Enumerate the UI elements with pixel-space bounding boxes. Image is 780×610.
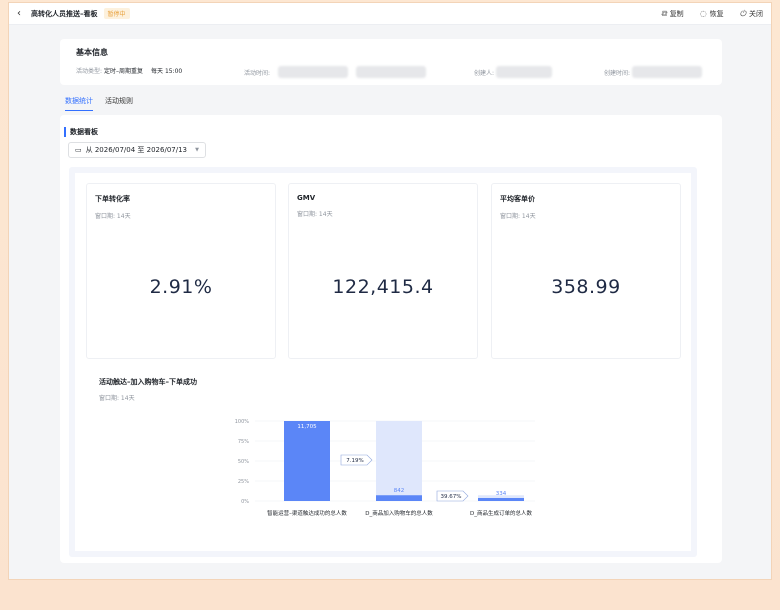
data-label: 334 xyxy=(496,491,507,497)
funnel-bar xyxy=(376,495,422,501)
page-title: 高转化人员推送–看板 xyxy=(31,9,98,18)
metric-card-conversion: 下单转化率 窗口期: 14天 2.91% xyxy=(86,183,276,359)
data-label: 11,705 xyxy=(297,424,317,430)
tab-bar: 数据统计 活动规则 xyxy=(65,96,133,111)
app-window: ‹ 高转化人员推送–看板 暂停中 ⧉ 复制 ◌ 恢复 ⏻ 关闭 基本信息 活动类型: … xyxy=(8,2,772,580)
created-time-label: 创建时间: xyxy=(604,69,631,77)
metric-name: 平均客单价 xyxy=(500,195,535,203)
basic-info-card: 基本信息 活动类型: 定时–周期重复 每天 15:00 活动时间: 创建人: 创… xyxy=(60,39,722,85)
activity-time-blurred xyxy=(278,66,349,78)
metric-name: 下单转化率 xyxy=(95,195,130,203)
funnel-bar xyxy=(284,421,330,501)
metric-name: GMV xyxy=(297,194,316,202)
tab-data-stats[interactable]: 数据统计 xyxy=(65,96,93,111)
power-icon: ⏻ xyxy=(739,8,746,18)
tab-activity-rules[interactable]: 活动规则 xyxy=(105,96,133,111)
y-tick-label: 75% xyxy=(238,439,249,445)
top-actions: ⧉ 复制 ◌ 恢复 ⏻ 关闭 xyxy=(661,9,763,19)
funnel-title: 活动触达–加入购物车–下单成功 xyxy=(99,378,197,386)
metrics-panel-body: 下单转化率 窗口期: 14天 2.91% GMV 窗口期: 14天 122,41… xyxy=(75,173,691,551)
funnel-chart: 100% 75% 50% 25% 0% 11,705 智能运营–渠道触达成功的总人数 842 D… xyxy=(235,419,535,517)
copy-button[interactable]: ⧉ 复制 xyxy=(661,9,684,19)
category-label: D_商品生成订单的总人数 xyxy=(470,509,532,517)
chevron-left-icon[interactable]: ‹ xyxy=(17,8,21,19)
conversion-rate-label: 7.19% xyxy=(346,458,363,464)
top-bar: ‹ 高转化人员推送–看板 暂停中 ⧉ 复制 ◌ 恢复 ⏻ 关闭 xyxy=(9,3,771,25)
y-tick-label: 50% xyxy=(238,459,249,465)
activity-type: 活动类型: 定时–周期重复 每天 15:00 xyxy=(76,66,182,75)
created-time-blurred xyxy=(632,66,703,78)
calendar-icon: ▭ xyxy=(75,146,82,154)
date-range-picker[interactable]: ▭ 从 2026/07/04 至 2026/07/13 ▼ xyxy=(68,142,206,158)
metrics-panel: 下单转化率 窗口期: 14天 2.91% GMV 窗口期: 14天 122,41… xyxy=(69,167,697,557)
category-label: D_商品加入购物车的总人数 xyxy=(365,509,433,517)
y-tick-label: 25% xyxy=(238,479,249,485)
funnel-window: 窗口期: 14天 xyxy=(99,395,135,402)
activity-time-label: 活动时间: xyxy=(244,69,271,77)
data-label: 842 xyxy=(394,488,405,494)
metric-card-avg-price: 平均客单价 窗口期: 14天 358.99 xyxy=(491,183,681,359)
creator-blurred xyxy=(496,66,553,78)
metric-value: 2.91% xyxy=(149,276,213,298)
restore-label: 恢复 xyxy=(709,9,724,18)
activity-schedule: 每天 15:00 xyxy=(151,68,183,75)
conversion-rate-label: 39.67% xyxy=(441,494,462,500)
category-label: 智能运营–渠道触达成功的总人数 xyxy=(267,509,347,517)
funnel-bar xyxy=(478,498,524,501)
data-board: 数据看板 ▭ 从 2026/07/04 至 2026/07/13 ▼ 下单转化率… xyxy=(60,115,722,563)
copy-label: 复制 xyxy=(669,9,684,18)
metric-window: 窗口期: 14天 xyxy=(95,213,131,220)
metric-window: 窗口期: 14天 xyxy=(297,211,333,218)
activity-type-label: 活动类型: xyxy=(76,68,103,75)
restore-icon: ◌ xyxy=(699,9,707,18)
status-badge: 暂停中 xyxy=(103,8,130,19)
chevron-down-icon: ▼ xyxy=(195,147,199,153)
restore-button[interactable]: ◌ 恢复 xyxy=(700,9,724,19)
close-button[interactable]: ⏻ 关闭 xyxy=(740,9,763,19)
y-tick-label: 100% xyxy=(235,419,250,425)
creator: 创建人: xyxy=(474,66,553,78)
close-label: 关闭 xyxy=(749,9,763,18)
y-tick-label: 0% xyxy=(241,499,249,505)
basic-info-row: 活动类型: 定时–周期重复 每天 15:00 活动时间: 创建人: 创建时间: xyxy=(76,66,706,78)
metric-window: 窗口期: 14天 xyxy=(500,213,536,220)
metric-value: 358.99 xyxy=(551,276,621,298)
activity-time: 活动时间: xyxy=(244,66,427,78)
metric-card-gmv: GMV 窗口期: 14天 122,415.4 xyxy=(288,183,478,359)
board-title: 数据看板 xyxy=(64,127,98,137)
created-time: 创建时间: xyxy=(604,66,703,78)
copy-icon: ⧉ xyxy=(660,8,667,18)
activity-type-value: 定时–周期重复 xyxy=(104,68,144,75)
date-range-text: 从 2026/07/04 至 2026/07/13 xyxy=(85,146,187,154)
basic-info-title: 基本信息 xyxy=(76,48,108,57)
creator-label: 创建人: xyxy=(474,69,495,77)
activity-time-blurred-2 xyxy=(356,66,427,78)
metric-value: 122,415.4 xyxy=(332,276,434,298)
